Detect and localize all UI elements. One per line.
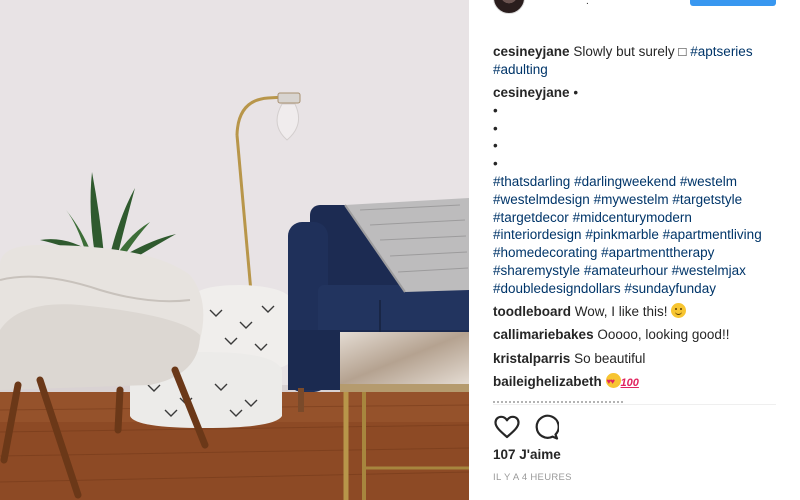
divider bbox=[493, 404, 776, 405]
comment-text: Ooooo, looking good!! bbox=[597, 327, 730, 343]
post-photo[interactable] bbox=[0, 0, 469, 500]
hashtag-link[interactable]: #westelmdesign bbox=[493, 192, 590, 207]
likes-count[interactable]: 107 J'aime bbox=[493, 447, 561, 462]
hashtag-link[interactable]: #interiordesign bbox=[493, 227, 582, 242]
hashtag-link[interactable]: #darlingweekend bbox=[574, 174, 676, 189]
hashtag-link[interactable]: #westelmjax bbox=[672, 263, 746, 278]
bullet-line: • bbox=[493, 102, 498, 118]
hashtag-link[interactable]: #targetstyle bbox=[672, 192, 742, 207]
follow-button[interactable] bbox=[690, 0, 776, 6]
comment-item: kristalparris So beautiful bbox=[493, 350, 783, 368]
hashtag-link[interactable]: #pinkmarble bbox=[585, 227, 659, 242]
speech-bubble-icon[interactable] bbox=[532, 413, 560, 441]
hashtag-link[interactable]: #targetdecor bbox=[493, 210, 569, 225]
comment-username[interactable]: kristalparris bbox=[493, 351, 570, 366]
comments-list: cesineyjane Slowly but surely □ #aptseri… bbox=[493, 43, 783, 393]
hashtag-block: #thatsdarling #darlingweekend #westelm #… bbox=[493, 173, 783, 298]
hundred-points-emoji-icon: 100 bbox=[620, 377, 639, 390]
hashtag-link[interactable]: #apartmenttherapy bbox=[601, 245, 714, 260]
hashtag-link[interactable]: #homedecorating bbox=[493, 245, 597, 260]
comment-item: callimariebakes Ooooo, looking good!! bbox=[493, 326, 783, 344]
bullet-line: • bbox=[493, 156, 498, 172]
comment-text: Slowly but surely □ bbox=[573, 44, 691, 59]
hashtag-link[interactable]: #apartmentliving bbox=[663, 227, 762, 242]
comment-text: Wow, I like this! bbox=[574, 304, 668, 320]
heart-eyes-emoji-icon bbox=[605, 373, 621, 391]
hashtag-link[interactable]: #aptseries bbox=[690, 44, 752, 59]
hashtag-link[interactable]: #westelm bbox=[680, 174, 737, 189]
post-timestamp: IL Y A 4 HEURES bbox=[493, 472, 572, 483]
hashtag-link[interactable]: #sundayfunday bbox=[624, 281, 716, 296]
hashtag-link[interactable]: #adulting bbox=[493, 62, 548, 77]
bullet-line: • bbox=[493, 138, 498, 154]
hashtag-link[interactable]: #thatsdarling bbox=[493, 174, 570, 189]
post-actions bbox=[493, 413, 571, 441]
author-avatar[interactable] bbox=[493, 0, 525, 14]
author-username-fragment[interactable]: . bbox=[586, 0, 594, 7]
hashtag-link[interactable]: #midcenturymodern bbox=[573, 210, 692, 225]
comment-username[interactable]: callimariebakes bbox=[493, 327, 594, 342]
hashtag-link[interactable]: #doubledesigndollars bbox=[493, 281, 621, 296]
comment-username[interactable]: toodleboard bbox=[493, 304, 571, 319]
comment-username[interactable]: cesineyjane bbox=[493, 85, 570, 100]
hashtag-link[interactable]: #mywestelm bbox=[594, 192, 669, 207]
heart-outline-icon[interactable] bbox=[493, 413, 521, 441]
comment-username[interactable]: cesineyjane bbox=[493, 44, 570, 59]
comment-item: toodleboard Wow, I like this! bbox=[493, 303, 783, 321]
bullet-line: • bbox=[493, 120, 498, 136]
comment-author-hashtags: cesineyjane • • • • • #thatsdarling #dar… bbox=[493, 84, 783, 298]
hashtag-link[interactable]: #sharemystyle bbox=[493, 263, 580, 278]
comment-username[interactable]: baileighelizabeth bbox=[493, 374, 602, 389]
load-more-comments-hint[interactable] bbox=[493, 399, 623, 403]
hashtag-link[interactable]: #amateurhour bbox=[584, 263, 668, 278]
comment-text: • bbox=[573, 85, 579, 101]
living-room-photo bbox=[0, 0, 469, 500]
comment-item: baileighelizabeth 100 bbox=[493, 373, 783, 393]
comment-caption: cesineyjane Slowly but surely □ #aptseri… bbox=[493, 43, 783, 79]
post-side-panel: . cesineyjane Slowly but surely □ #aptse… bbox=[469, 0, 800, 500]
comment-text: So beautiful bbox=[574, 350, 646, 366]
smiling-face-emoji-icon bbox=[671, 303, 687, 319]
